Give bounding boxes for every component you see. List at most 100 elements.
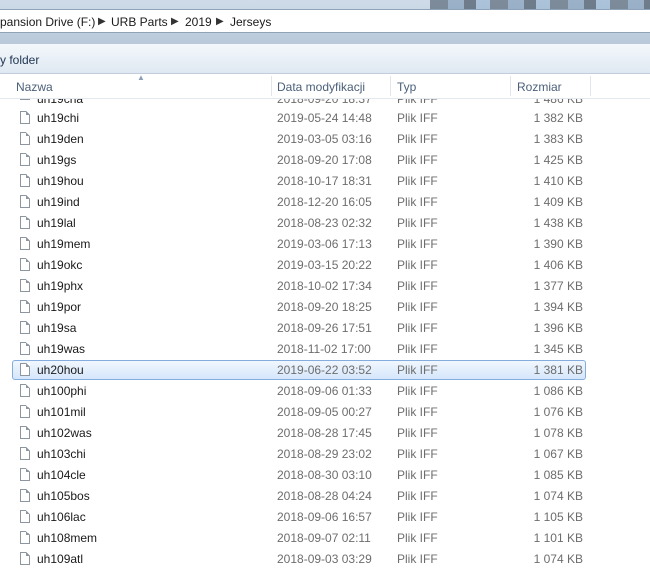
address-bar-area: pansion Drive (F:) ▶ URB Parts ▶ 2019 ▶ … (0, 0, 650, 44)
table-row[interactable]: uh19mem 2019-03-06 17:13 Plik IFF 1 390 KB (0, 234, 650, 255)
column-divider[interactable] (390, 76, 391, 96)
table-row[interactable]: uh19okc 2019-03-15 20:22 Plik IFF 1 406 KB (0, 255, 650, 276)
file-date: 2018-09-06 16:57 (277, 510, 372, 524)
file-size: 1 381 KB (533, 363, 583, 377)
file-name: uh108mem (37, 531, 98, 545)
file-date: 2018-08-28 17:45 (277, 426, 372, 440)
file-type: Plik IFF (397, 510, 438, 524)
file-type: Plik IFF (397, 99, 438, 106)
file-size: 1 105 KB (533, 510, 583, 524)
file-name: uh20hou (37, 363, 84, 377)
file-name: uh102was (37, 426, 92, 440)
file-icon (20, 279, 30, 292)
breadcrumb-urb-parts[interactable]: URB Parts (111, 14, 168, 30)
file-name: uh19den (37, 132, 84, 146)
new-folder-button[interactable]: y folder (0, 52, 39, 68)
file-size: 1 086 KB (533, 384, 583, 398)
file-type: Plik IFF (397, 552, 438, 566)
table-row[interactable]: uh19chi 2019-05-24 14:48 Plik IFF 1 382 KB (0, 108, 650, 129)
file-date: 2018-09-06 01:33 (277, 384, 372, 398)
table-row[interactable]: uh100phi 2018-09-06 01:33 Plik IFF 1 086 KB (0, 381, 650, 402)
table-row[interactable]: uh109atl 2018-09-03 03:29 Plik IFF 1 074 KB (0, 549, 650, 570)
file-name: uh19hou (37, 174, 84, 188)
file-type: Plik IFF (397, 405, 438, 419)
file-name: uh19okc (37, 258, 83, 272)
file-type: Plik IFF (397, 468, 438, 482)
file-date: 2019-05-24 14:48 (277, 111, 372, 125)
file-icon (20, 174, 30, 187)
file-size: 1 409 KB (533, 195, 583, 209)
file-type: Plik IFF (397, 363, 438, 377)
file-date: 2018-10-17 18:31 (277, 174, 372, 188)
file-icon (20, 489, 30, 502)
file-size: 1 406 KB (533, 258, 583, 272)
file-name: uh100phi (37, 384, 87, 398)
table-row[interactable]: uh104cle 2018-08-30 03:10 Plik IFF 1 085 KB (0, 465, 650, 486)
table-row[interactable]: uh103chi 2018-08-29 23:02 Plik IFF 1 067 KB (0, 444, 650, 465)
file-icon (20, 447, 30, 460)
chevron-right-icon[interactable]: ▶ (216, 14, 224, 30)
chevron-right-icon[interactable]: ▶ (98, 14, 106, 30)
table-row-clipped[interactable]: uh19cha 2018-09-20 18:37 Plik IFF 1 486 … (0, 99, 650, 107)
file-type: Plik IFF (397, 426, 438, 440)
table-row[interactable]: uh105bos 2018-08-28 04:24 Plik IFF 1 074 KB (0, 486, 650, 507)
table-row[interactable]: uh19sa 2018-09-26 17:51 Plik IFF 1 396 KB (0, 318, 650, 339)
file-date: 2018-10-02 17:34 (277, 279, 372, 293)
file-name: uh103chi (37, 447, 86, 461)
column-headers: ▲ Nazwa Data modyfikacji Typ Rozmiar (0, 74, 650, 99)
background-thumbnails (430, 0, 650, 9)
chevron-right-icon[interactable]: ▶ (171, 14, 179, 30)
file-name: uh19ind (37, 195, 80, 209)
column-header-date[interactable]: Data modyfikacji (277, 74, 365, 99)
file-date: 2018-11-02 17:00 (277, 342, 371, 356)
table-row[interactable]: uh19ind 2018-12-20 16:05 Plik IFF 1 409 KB (0, 192, 650, 213)
file-size: 1 396 KB (533, 321, 583, 335)
file-icon (20, 384, 30, 397)
file-icon (20, 111, 30, 124)
file-icon (20, 153, 30, 166)
file-size: 1 074 KB (533, 489, 583, 503)
file-icon (20, 99, 30, 100)
table-row[interactable]: uh19was 2018-11-02 17:00 Plik IFF 1 345 KB (0, 339, 650, 360)
table-row[interactable]: uh19lal 2018-08-23 02:32 Plik IFF 1 438 KB (0, 213, 650, 234)
table-row[interactable]: uh101mil 2018-09-05 00:27 Plik IFF 1 076 KB (0, 402, 650, 423)
file-size: 1 067 KB (533, 447, 583, 461)
table-row[interactable]: uh108mem 2018-09-07 02:11 Plik IFF 1 101 KB (0, 528, 650, 549)
table-row[interactable]: uh19gs 2018-09-20 17:08 Plik IFF 1 425 KB (0, 150, 650, 171)
breadcrumb-2019[interactable]: 2019 (185, 14, 212, 30)
table-row[interactable]: uh19phx 2018-10-02 17:34 Plik IFF 1 377 KB (0, 276, 650, 297)
column-header-size[interactable]: Rozmiar (517, 74, 562, 99)
breadcrumb-drive[interactable]: pansion Drive (F:) (0, 14, 95, 30)
file-size: 1 345 KB (533, 342, 583, 356)
file-type: Plik IFF (397, 216, 438, 230)
column-header-name[interactable]: Nazwa (16, 74, 53, 99)
file-date: 2018-09-20 18:37 (277, 99, 372, 106)
table-row[interactable]: uh19hou 2018-10-17 18:31 Plik IFF 1 410 KB (0, 171, 650, 192)
column-divider[interactable] (590, 76, 591, 96)
file-size: 1 486 KB (533, 99, 583, 106)
column-divider[interactable] (510, 76, 511, 96)
breadcrumb-jerseys[interactable]: Jerseys (230, 14, 271, 30)
file-name: uh19mem (37, 237, 91, 251)
sort-ascending-icon: ▲ (137, 73, 145, 82)
column-divider[interactable] (271, 76, 272, 96)
table-row-selected[interactable]: uh20hou 2019-06-22 03:52 Plik IFF 1 381 KB (0, 360, 650, 381)
column-header-type[interactable]: Typ (397, 74, 416, 99)
table-row[interactable]: uh106lac 2018-09-06 16:57 Plik IFF 1 105 KB (0, 507, 650, 528)
file-icon (20, 300, 30, 313)
table-row[interactable]: uh19por 2018-09-20 18:25 Plik IFF 1 394 KB (0, 297, 650, 318)
file-type: Plik IFF (397, 384, 438, 398)
file-date: 2019-03-05 03:16 (277, 132, 372, 146)
file-size: 1 410 KB (533, 174, 583, 188)
table-row[interactable]: uh19den 2019-03-05 03:16 Plik IFF 1 383 KB (0, 129, 650, 150)
file-icon (20, 363, 30, 376)
file-icon (20, 510, 30, 523)
file-type: Plik IFF (397, 531, 438, 545)
file-icon (20, 342, 30, 355)
file-type: Plik IFF (397, 447, 438, 461)
file-size: 1 438 KB (533, 216, 583, 230)
file-date: 2018-09-07 02:11 (277, 531, 371, 545)
file-date: 2018-08-29 23:02 (277, 447, 372, 461)
table-row[interactable]: uh102was 2018-08-28 17:45 Plik IFF 1 078 KB (0, 423, 650, 444)
file-size: 1 076 KB (533, 405, 583, 419)
